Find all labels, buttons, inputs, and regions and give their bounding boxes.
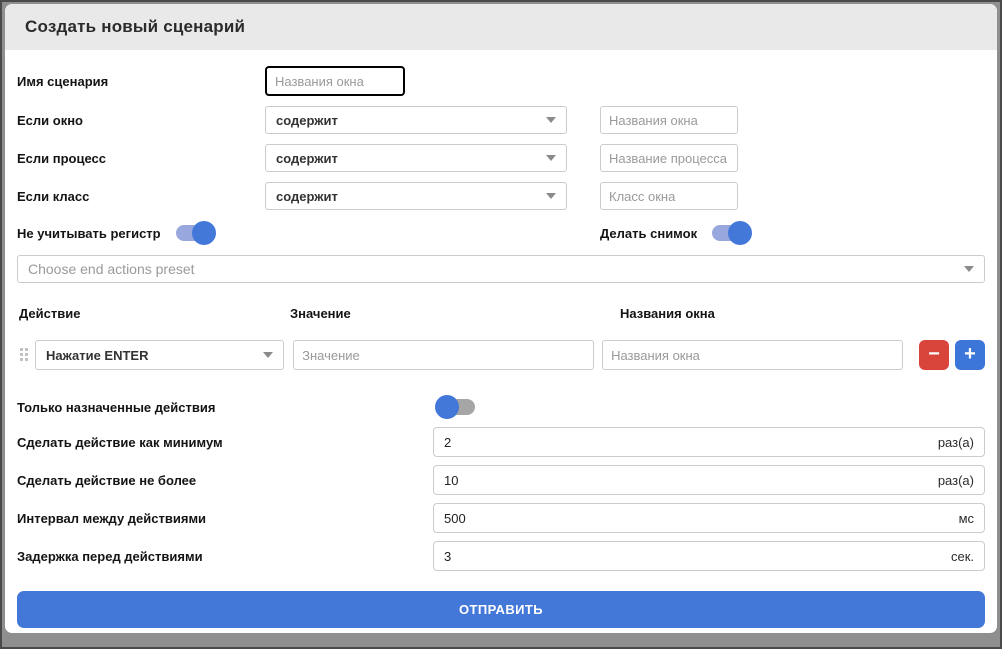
interval-row: Интервал между действиями мс <box>17 503 985 533</box>
end-actions-preset-select[interactable]: Choose end actions preset <box>17 255 985 283</box>
condition-row-class: Если класс содержит <box>17 182 985 210</box>
condition-label: Если окно <box>17 113 265 128</box>
toggle-knob <box>435 395 459 419</box>
ignore-case-toggle[interactable] <box>176 225 214 241</box>
interval-label: Интервал между действиями <box>17 511 433 526</box>
min-times-unit: раз(а) <box>938 435 974 450</box>
condition-operator-select[interactable]: содержит <box>265 144 567 172</box>
action-type-select[interactable]: Нажатие ENTER <box>35 340 284 370</box>
toggles-row: Не учитывать регистр Делать снимок <box>17 221 985 245</box>
create-scenario-panel: Создать новый сценарий Имя сценария Если… <box>5 4 997 633</box>
only-assigned-label: Только назначенные действия <box>17 400 437 415</box>
minus-icon: − <box>928 341 940 367</box>
chevron-down-icon <box>546 117 556 123</box>
submit-button[interactable]: ОТПРАВИТЬ <box>17 591 985 628</box>
condition-operator-select[interactable]: содержит <box>265 182 567 210</box>
actions-header-action: Действие <box>17 306 290 321</box>
drag-handle-icon[interactable] <box>17 348 31 362</box>
only-assigned-toggle[interactable] <box>437 399 475 415</box>
delay-unit: сек. <box>951 549 974 564</box>
submit-row: ОТПРАВИТЬ <box>17 591 985 628</box>
actions-header-window: Названия окна <box>620 306 715 321</box>
scenario-form: Имя сценария Если окно содержит Если про… <box>5 66 997 628</box>
toggle-knob <box>192 221 216 245</box>
condition-row-window: Если окно содержит <box>17 106 985 134</box>
condition-value-input[interactable] <box>600 182 738 210</box>
add-action-button[interactable]: + <box>955 340 985 370</box>
condition-operator-select[interactable]: содержит <box>265 106 567 134</box>
max-times-unit: раз(а) <box>938 473 974 488</box>
preset-row: Choose end actions preset <box>17 255 985 283</box>
min-times-row: Сделать действие как минимум раз(а) <box>17 427 985 457</box>
max-times-input[interactable] <box>444 473 938 488</box>
min-times-field: раз(а) <box>433 427 985 457</box>
condition-row-process: Если процесс содержит <box>17 144 985 172</box>
chevron-down-icon <box>546 155 556 161</box>
preset-placeholder: Choose end actions preset <box>28 261 195 277</box>
only-assigned-row: Только назначенные действия <box>17 395 985 419</box>
scenario-name-label: Имя сценария <box>17 74 265 89</box>
ignore-case-label: Не учитывать регистр <box>17 226 161 241</box>
delay-row: Задержка перед действиями сек. <box>17 541 985 571</box>
selected-operator: содержит <box>276 189 338 204</box>
action-row: Нажатие ENTER − + <box>17 340 985 370</box>
snapshot-group: Делать снимок <box>600 225 750 241</box>
max-times-row: Сделать действие не более раз(а) <box>17 465 985 495</box>
remove-action-button[interactable]: − <box>919 340 949 370</box>
plus-icon: + <box>964 341 976 367</box>
actions-table-headers: Действие Значение Названия окна <box>17 305 985 321</box>
interval-unit: мс <box>959 511 974 526</box>
interval-input[interactable] <box>444 511 959 526</box>
interval-field: мс <box>433 503 985 533</box>
selected-operator: содержит <box>276 113 338 128</box>
condition-value-input[interactable] <box>600 106 738 134</box>
scenario-name-row: Имя сценария <box>17 66 985 96</box>
delay-label: Задержка перед действиями <box>17 549 433 564</box>
ignore-case-group: Не учитывать регистр <box>17 225 600 241</box>
chevron-down-icon <box>546 193 556 199</box>
min-times-input[interactable] <box>444 435 938 450</box>
page-title: Создать новый сценарий <box>25 17 245 37</box>
chevron-down-icon <box>263 352 273 358</box>
condition-label: Если процесс <box>17 151 265 166</box>
condition-value-input[interactable] <box>600 144 738 172</box>
snapshot-label: Делать снимок <box>600 226 697 241</box>
snapshot-toggle[interactable] <box>712 225 750 241</box>
action-window-input[interactable] <box>602 340 903 370</box>
actions-header-value: Значение <box>290 306 620 321</box>
scenario-name-input[interactable] <box>265 66 405 96</box>
toggle-knob <box>728 221 752 245</box>
min-times-label: Сделать действие как минимум <box>17 435 433 450</box>
selected-action: Нажатие ENTER <box>46 348 148 363</box>
chevron-down-icon <box>964 266 974 272</box>
max-times-label: Сделать действие не более <box>17 473 433 488</box>
panel-header: Создать новый сценарий <box>5 4 997 50</box>
action-value-input[interactable] <box>293 340 594 370</box>
max-times-field: раз(а) <box>433 465 985 495</box>
window-frame: Создать новый сценарий Имя сценария Если… <box>0 0 1002 649</box>
selected-operator: содержит <box>276 151 338 166</box>
delay-field: сек. <box>433 541 985 571</box>
delay-input[interactable] <box>444 549 951 564</box>
condition-label: Если класс <box>17 189 265 204</box>
